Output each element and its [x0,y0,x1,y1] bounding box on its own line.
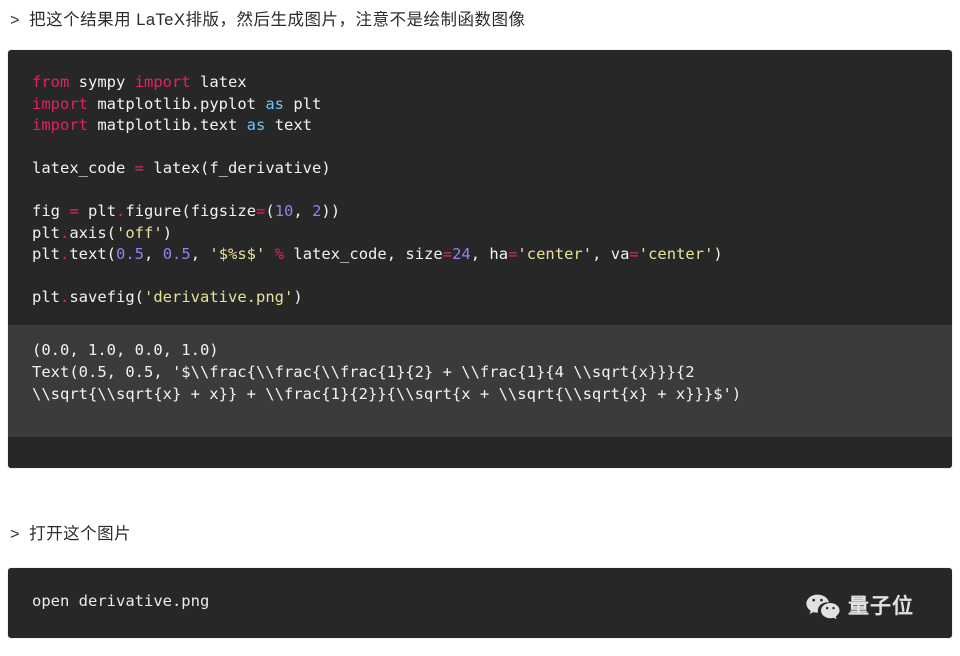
token-comma-2: , [144,245,163,263]
screenshot-root: > 把这个结果用 LaTeX排版，然后生成图片，注意不是绘制函数图像 from … [0,0,960,656]
token-keyword-as-1: as [265,95,284,113]
token-comma-6: , [592,245,611,263]
token-call-text: text( [69,245,116,263]
user-prompt-first-text: 把这个结果用 LaTeX排版，然后生成图片，注意不是绘制函数图像 [29,6,525,30]
watermark: 量子位 [806,594,914,619]
token-kwarg-va: va [611,245,630,263]
token-comma-4: , [387,245,406,263]
token-operator-equals-6: = [629,245,638,263]
output-line-2: Text(0.5, 0.5, '$\\frac{\\frac{\\frac{1}… [32,363,695,381]
token-paren-close-5: ) [293,288,302,306]
token-operator-equals-1: = [135,159,144,177]
token-operator-percent: % [275,245,284,263]
token-paren-close-3: ) [163,224,172,242]
token-arg-f-derivative: f_derivative [209,159,321,177]
output-line-3: \\sqrt{\\sqrt{x} + x}} + \\frac{1}{2}}{\… [32,385,741,403]
user-prompt-first: > 把这个结果用 LaTeX排版，然后生成图片，注意不是绘制函数图像 [10,6,525,30]
token-var-latex-code-2: latex_code [293,245,386,263]
token-paren-close-2: )) [321,202,340,220]
token-keyword-import-2: import [32,95,88,113]
token-operator-equals-4: = [443,245,452,263]
token-kwarg-size: size [405,245,442,263]
token-module-matplotlib-text: matplotlib.text [97,116,237,134]
token-var-latex-code: latex_code [32,159,125,177]
code-line: plt.axis('off') [32,224,172,242]
token-paren-open-1: ( [265,202,274,220]
token-number-10: 10 [275,202,294,220]
token-dot-4: . [60,288,69,306]
token-module-sympy: sympy [79,73,126,91]
token-keyword-import-3: import [32,116,88,134]
token-operator-equals-3: = [256,202,265,220]
user-prompt-second-text: 打开这个图片 [29,520,131,544]
code-block-card: from sympy import latex import matplotli… [8,50,952,468]
token-obj-plt-3: plt [32,245,60,263]
token-comma-3: , [191,245,210,263]
code-line: from sympy import latex [32,73,247,91]
token-obj-plt-1: plt [88,202,116,220]
token-call-axis: axis( [69,224,116,242]
wechat-icon [806,594,840,619]
token-string-center-b: 'center' [639,245,714,263]
code-line: fig = plt.figure(figsize=(10, 2)) [32,202,340,220]
token-number-05-b: 0.5 [163,245,191,263]
token-operator-equals-2: = [69,202,78,220]
token-alias-text: text [275,116,312,134]
token-dot-1: . [116,202,125,220]
code-line: plt.text(0.5, 0.5, '$%s$' % latex_code, … [32,245,723,263]
token-var-fig: fig [32,202,60,220]
token-obj-plt-2: plt [32,224,60,242]
token-keyword-from: from [32,73,69,91]
user-prompt-second: > 打开这个图片 [10,520,131,544]
code-line: plt.savefig('derivative.png') [32,288,303,306]
token-number-24: 24 [452,245,471,263]
token-string-off: 'off' [116,224,163,242]
token-comma-1: , [293,202,312,220]
token-dot-3: . [60,245,69,263]
code-line: import matplotlib.pyplot as plt [32,95,321,113]
code-line: import matplotlib.text as text [32,116,312,134]
prompt-caret-icon-2: > [10,526,20,544]
code-blank-line [32,266,952,288]
token-kwarg-ha: ha [489,245,508,263]
token-comma-5: , [471,245,490,263]
token-paren-close-4: ) [713,245,722,263]
token-keyword-import: import [135,73,191,91]
python-code-area[interactable]: from sympy import latex import matplotli… [8,50,952,325]
code-output-area: (0.0, 1.0, 0.0, 1.0) Text(0.5, 0.5, '$\\… [8,325,952,437]
code-blank-line [32,137,952,159]
token-call-figure: figure(figsize [125,202,256,220]
token-name-latex: latex [200,73,247,91]
token-obj-plt-4: plt [32,288,60,306]
prompt-caret-icon: > [10,12,20,30]
code-line: latex_code = latex(f_derivative) [32,159,331,177]
watermark-label: 量子位 [848,596,914,617]
token-keyword-as-2: as [247,116,266,134]
token-alias-plt: plt [293,95,321,113]
token-paren-close-1: ) [321,159,330,177]
output-line-1: (0.0, 1.0, 0.0, 1.0) [32,341,219,359]
token-string-png: 'derivative.png' [144,288,293,306]
token-dot-2: . [60,224,69,242]
token-string-format: '$%s$' [209,245,265,263]
token-module-matplotlib-pyplot: matplotlib.pyplot [97,95,256,113]
token-string-center-a: 'center' [517,245,592,263]
token-number-05-a: 0.5 [116,245,144,263]
token-call-savefig: savefig( [69,288,144,306]
token-call-latex: latex( [153,159,209,177]
token-number-2: 2 [312,202,321,220]
code-blank-line [32,180,952,202]
